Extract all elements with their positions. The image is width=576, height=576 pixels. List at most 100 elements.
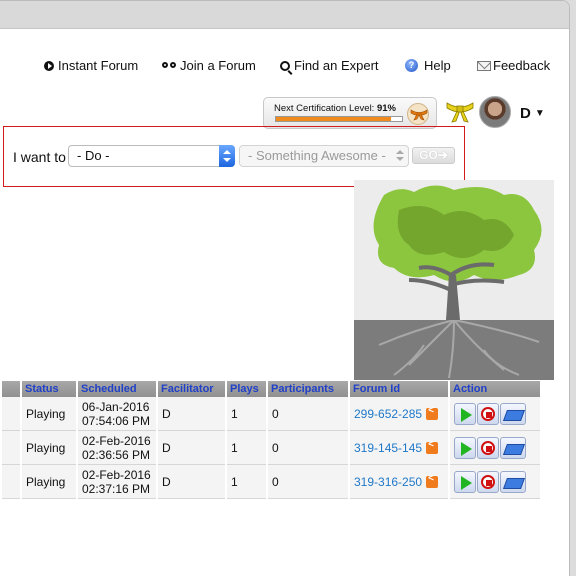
i-want-to-label: I want to — [13, 149, 66, 165]
stop-button[interactable] — [477, 436, 499, 459]
table-header-action: Action — [450, 381, 540, 397]
participants-cell: 0 — [268, 397, 348, 431]
table-row: Playing 02-Feb-2016 02:37:16 PM D 1 0 319… — [2, 465, 540, 499]
share-icon[interactable] — [426, 439, 439, 454]
circle-arrow-icon — [44, 60, 54, 71]
table-row: Playing 02-Feb-2016 02:36:56 PM D 1 0 319… — [2, 431, 540, 465]
scheduled-date: 02-Feb-2016 — [82, 467, 151, 482]
money-button[interactable] — [500, 470, 526, 493]
scheduled-time: 02:36:56 PM — [82, 447, 151, 462]
table-cell-blank — [2, 431, 20, 465]
share-icon[interactable] — [426, 473, 439, 488]
certification-label: Next Certification Level: 91% — [274, 103, 396, 114]
status-cell: Playing — [22, 465, 76, 499]
nav-join-forum-label: Join a Forum — [180, 58, 256, 73]
table-header-plays[interactable]: Plays — [227, 381, 266, 397]
table-row: Playing 06-Jan-2016 07:54:06 PM D 1 0 299… — [2, 397, 540, 431]
table-header-blank — [2, 381, 20, 397]
stop-button[interactable] — [477, 470, 499, 493]
table-header-participants[interactable]: Participants — [268, 381, 348, 397]
search-icon — [280, 60, 290, 71]
forum-id-link[interactable]: 319-145-145 — [354, 441, 422, 455]
go-button[interactable]: GO➔ — [412, 147, 455, 164]
caret-down-icon: ▼ — [534, 108, 545, 119]
tree-logo — [354, 180, 554, 380]
scheduled-date: 06-Jan-2016 — [82, 399, 150, 414]
go-button-label: GO — [419, 148, 438, 162]
facilitator-cell: D — [158, 431, 225, 465]
table-header-forum-id[interactable]: Forum Id — [350, 381, 448, 397]
nav-feedback-label: Feedback — [493, 58, 551, 73]
share-icon[interactable] — [426, 405, 439, 420]
certification-label-text: Next Certification Level: — [274, 103, 375, 114]
i-want-to-panel: I want to - Do - - Something Awesome - G… — [3, 126, 465, 187]
forum-table: Status Scheduled Facilitator Plays Parti… — [0, 381, 542, 499]
user-initial: D — [520, 105, 531, 122]
plays-cell: 1 — [227, 397, 266, 431]
nav-find-expert-label: Find an Expert — [294, 58, 379, 73]
plays-cell: 1 — [227, 431, 266, 465]
table-cell-blank — [2, 465, 20, 499]
forum-id-cell: 319-145-145 — [350, 431, 448, 465]
top-navigation: Instant Forum Join a Forum Find an Exper… — [0, 58, 569, 78]
participants-cell: 0 — [268, 431, 348, 465]
forum-id-cell: 319-316-250 — [350, 465, 448, 499]
scheduled-cell: 02-Feb-2016 02:36:56 PM — [78, 431, 156, 465]
nav-join-forum[interactable]: Join a Forum — [162, 58, 256, 73]
action-cell — [450, 431, 540, 465]
certification-progress-fill — [276, 117, 391, 121]
yellow-belt-icon — [445, 98, 475, 124]
browser-window: Instant Forum Join a Forum Find an Exper… — [0, 0, 570, 576]
table-header-row: Status Scheduled Facilitator Plays Parti… — [2, 381, 540, 397]
scheduled-time: 02:37:16 PM — [82, 481, 151, 496]
table-header-status[interactable]: Status — [22, 381, 76, 397]
action-select[interactable]: - Do - — [68, 145, 235, 167]
binoculars-icon — [162, 61, 176, 70]
object-select[interactable]: - Something Awesome - — [239, 145, 409, 167]
certification-percent: 91% — [376, 103, 396, 114]
table-header-facilitator[interactable]: Facilitator — [158, 381, 225, 397]
nav-instant-forum-label: Instant Forum — [58, 58, 139, 73]
orange-belt-icon — [407, 103, 429, 125]
nav-help[interactable]: ? Help — [405, 58, 451, 73]
nav-instant-forum[interactable]: Instant Forum — [44, 58, 138, 73]
play-button[interactable] — [454, 470, 476, 493]
forum-id-link[interactable]: 319-316-250 — [354, 475, 422, 489]
scheduled-time: 07:54:06 PM — [82, 413, 151, 428]
nav-find-expert[interactable]: Find an Expert — [280, 58, 379, 73]
user-menu[interactable]: D ▼ — [520, 105, 545, 122]
nav-feedback[interactable]: Feedback — [477, 58, 550, 73]
plays-cell: 1 — [227, 465, 266, 499]
status-cell: Playing — [22, 397, 76, 431]
action-select-value: - Do - — [77, 148, 110, 163]
mail-icon — [477, 60, 491, 71]
money-button[interactable] — [500, 402, 526, 425]
money-button[interactable] — [500, 436, 526, 459]
play-button[interactable] — [454, 436, 476, 459]
facilitator-cell: D — [158, 397, 225, 431]
table-cell-blank — [2, 397, 20, 431]
stop-button[interactable] — [477, 402, 499, 425]
play-button[interactable] — [454, 402, 476, 425]
select-stepper-icon — [395, 149, 405, 163]
action-cell — [450, 465, 540, 499]
window-edge — [570, 0, 576, 576]
forum-id-cell: 299-652-285 — [350, 397, 448, 431]
nav-help-label: Help — [424, 58, 451, 73]
facilitator-cell: D — [158, 465, 225, 499]
window-titlebar — [0, 1, 569, 29]
user-avatar[interactable] — [479, 96, 511, 128]
certification-progress-bar — [275, 116, 403, 122]
table-header-scheduled[interactable]: Scheduled — [78, 381, 156, 397]
participants-cell: 0 — [268, 465, 348, 499]
certification-progress-box: Next Certification Level: 91% — [263, 97, 437, 129]
scheduled-cell: 02-Feb-2016 02:37:16 PM — [78, 465, 156, 499]
status-cell: Playing — [22, 431, 76, 465]
help-icon: ? — [405, 59, 418, 72]
forum-id-link[interactable]: 299-652-285 — [354, 407, 422, 421]
action-cell — [450, 397, 540, 431]
scheduled-cell: 06-Jan-2016 07:54:06 PM — [78, 397, 156, 431]
object-select-value: - Something Awesome - — [248, 148, 386, 163]
scheduled-date: 02-Feb-2016 — [82, 433, 151, 448]
select-stepper-icon — [219, 145, 235, 167]
